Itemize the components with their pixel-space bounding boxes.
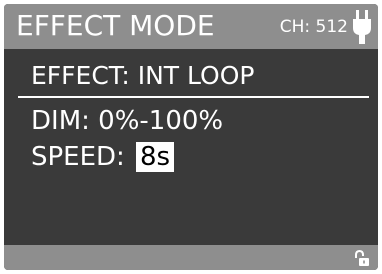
divider <box>18 96 369 98</box>
effect-mode-screen: EFFECT MODE CH: 512 EFFECT: INT LOOP DIM… <box>4 4 378 270</box>
effect-setting: EFFECT: INT LOOP <box>31 61 255 90</box>
unlocked-padlock-icon <box>355 250 369 266</box>
plug-icon <box>353 10 371 44</box>
channel-indicator: CH: 512 <box>279 17 348 37</box>
speed-value-field[interactable]: 8s <box>136 142 175 172</box>
page-title: EFFECT MODE <box>16 9 215 42</box>
footer-bar <box>4 245 378 270</box>
speed-label: SPEED: <box>31 142 125 172</box>
header-bar: EFFECT MODE CH: 512 <box>4 4 378 49</box>
dim-setting: DIM: 0%-100% <box>31 106 224 136</box>
